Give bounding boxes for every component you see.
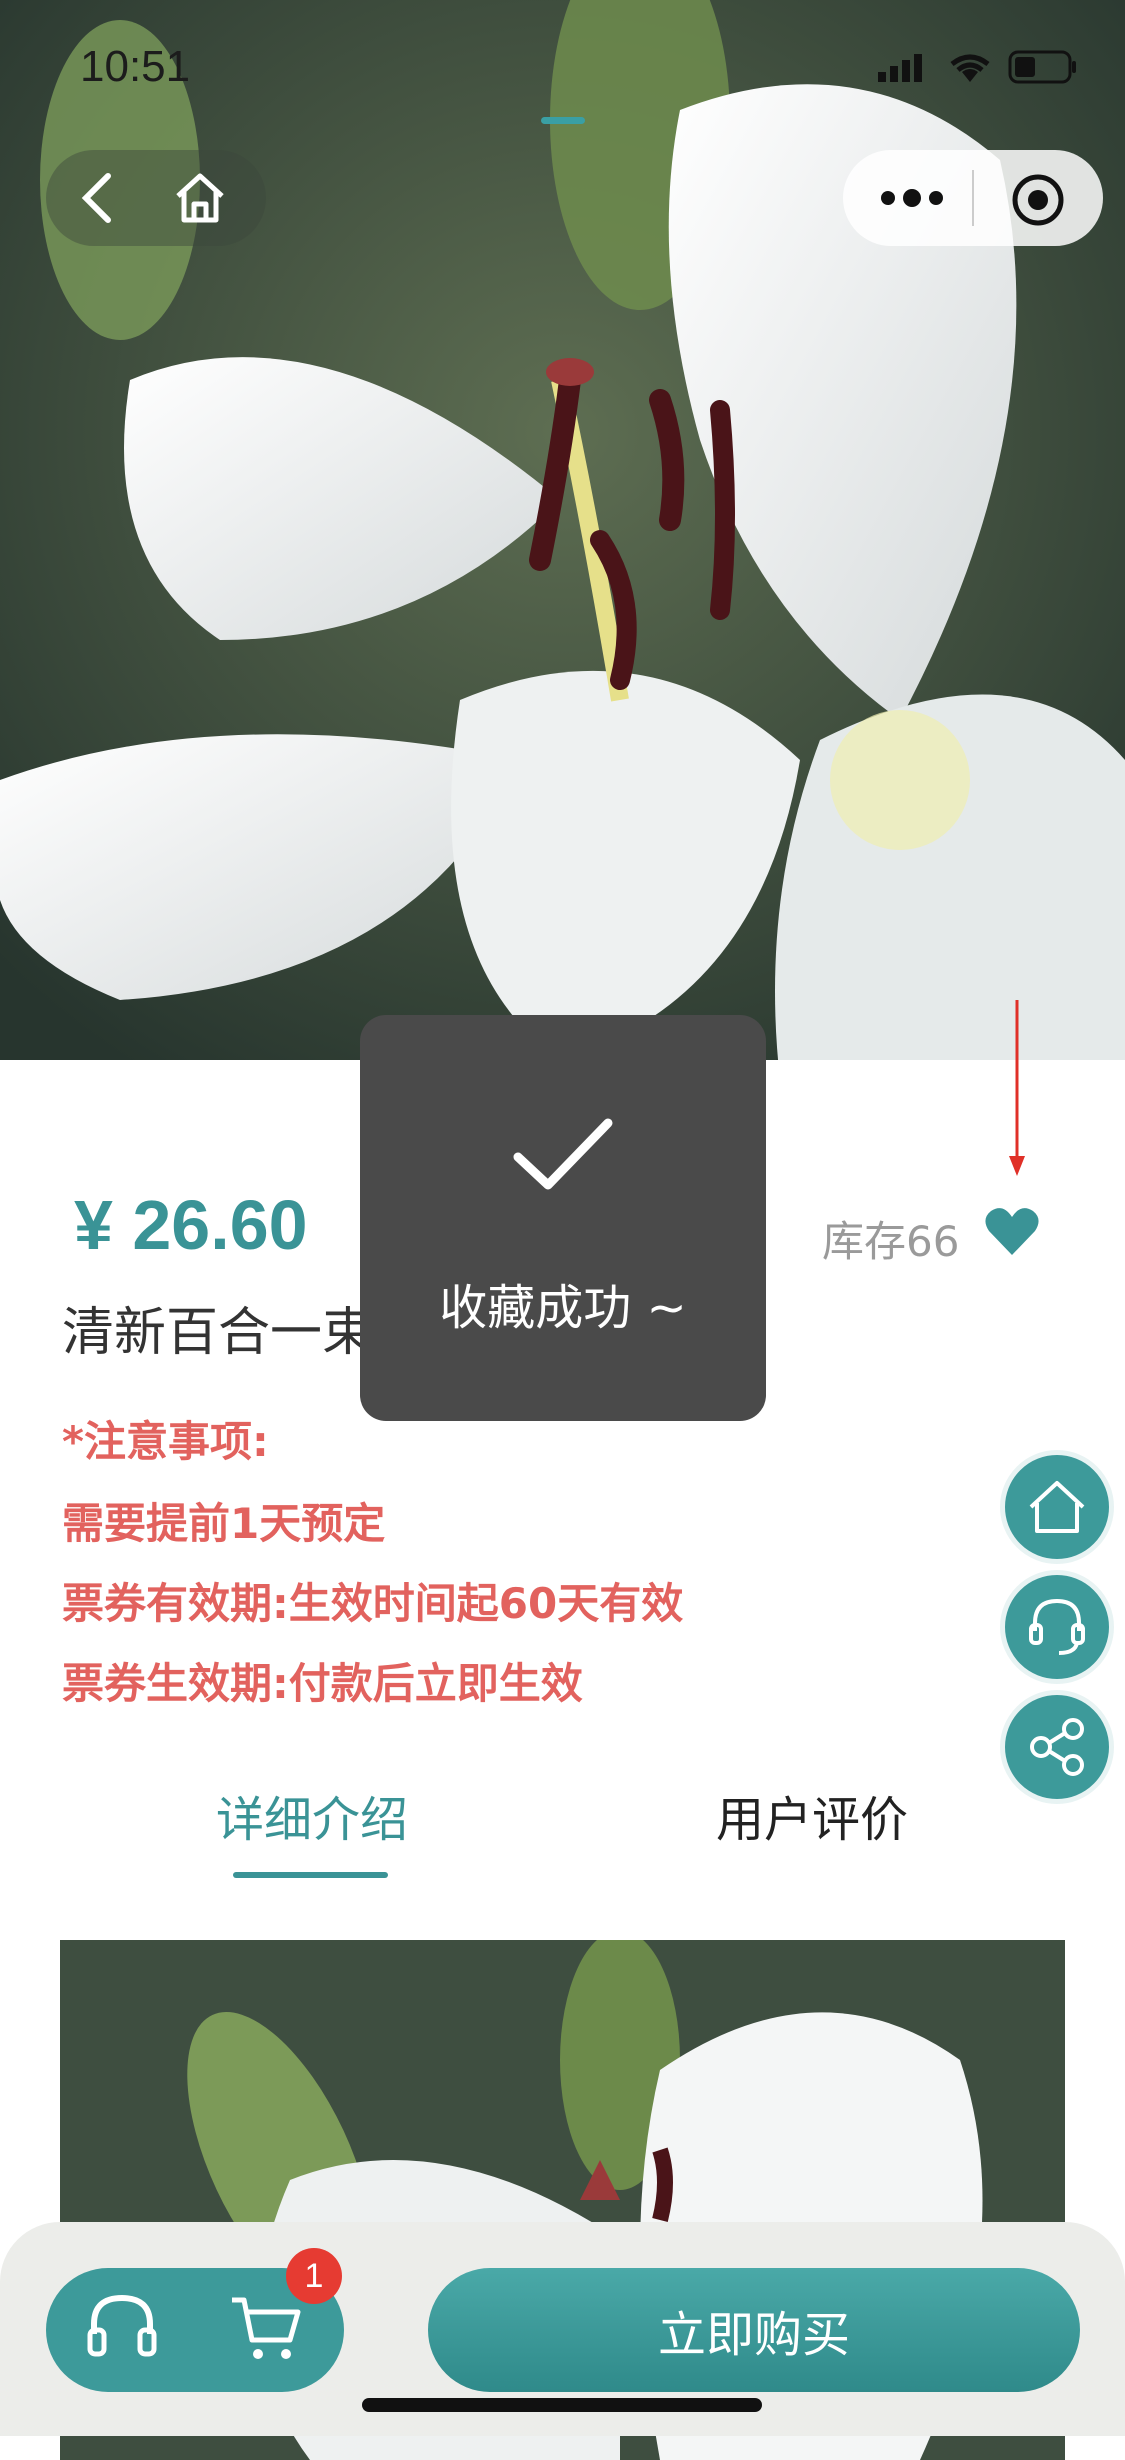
cart-count-badge: 1 [286,2248,342,2304]
image-pager-indicator [541,117,585,124]
toast-popup [360,1015,766,1421]
annotation-arrow [1003,1000,1033,1184]
check-icon [510,1115,616,1199]
active-tab-indicator [233,1872,388,1878]
wifi-icon [946,48,994,88]
toast-message: 收藏成功 ~ [439,1280,687,1336]
note-item: 需要提前1天预定 [62,1499,386,1548]
fab-home-button[interactable] [1000,1450,1114,1564]
note-item: 票券有效期:生效时间起60天有效 [62,1579,684,1628]
signal-icon [878,52,928,86]
cart-icon[interactable] [228,2290,304,2370]
favorite-heart-icon[interactable] [983,1205,1041,1263]
more-icon[interactable] [880,186,944,214]
tab-reviews[interactable]: 用户评价 [716,1780,908,1850]
home-icon[interactable] [172,172,228,228]
battery-icon [1008,50,1078,88]
home-indicator [362,2398,762,2412]
buy-now-button[interactable]: 立即购买 [428,2268,1080,2392]
stock-count: 库存66 [822,1217,960,1266]
target-icon[interactable] [1010,172,1066,232]
fab-share-button[interactable] [1000,1690,1114,1804]
status-time: 10:51 [80,42,191,91]
product-price: ¥ 26.60 [74,1186,308,1264]
tab-details[interactable]: 详细介绍 [216,1780,408,1850]
fab-service-button[interactable] [1000,1570,1114,1684]
note-item: 票券生效期:付款后立即生效 [62,1659,583,1708]
product-title: 清新百合一束 [62,1303,375,1363]
service-icon[interactable] [84,2290,160,2370]
back-icon[interactable] [78,172,118,228]
notes-heading: *注意事项: [62,1417,269,1466]
capsule-divider [972,170,974,226]
